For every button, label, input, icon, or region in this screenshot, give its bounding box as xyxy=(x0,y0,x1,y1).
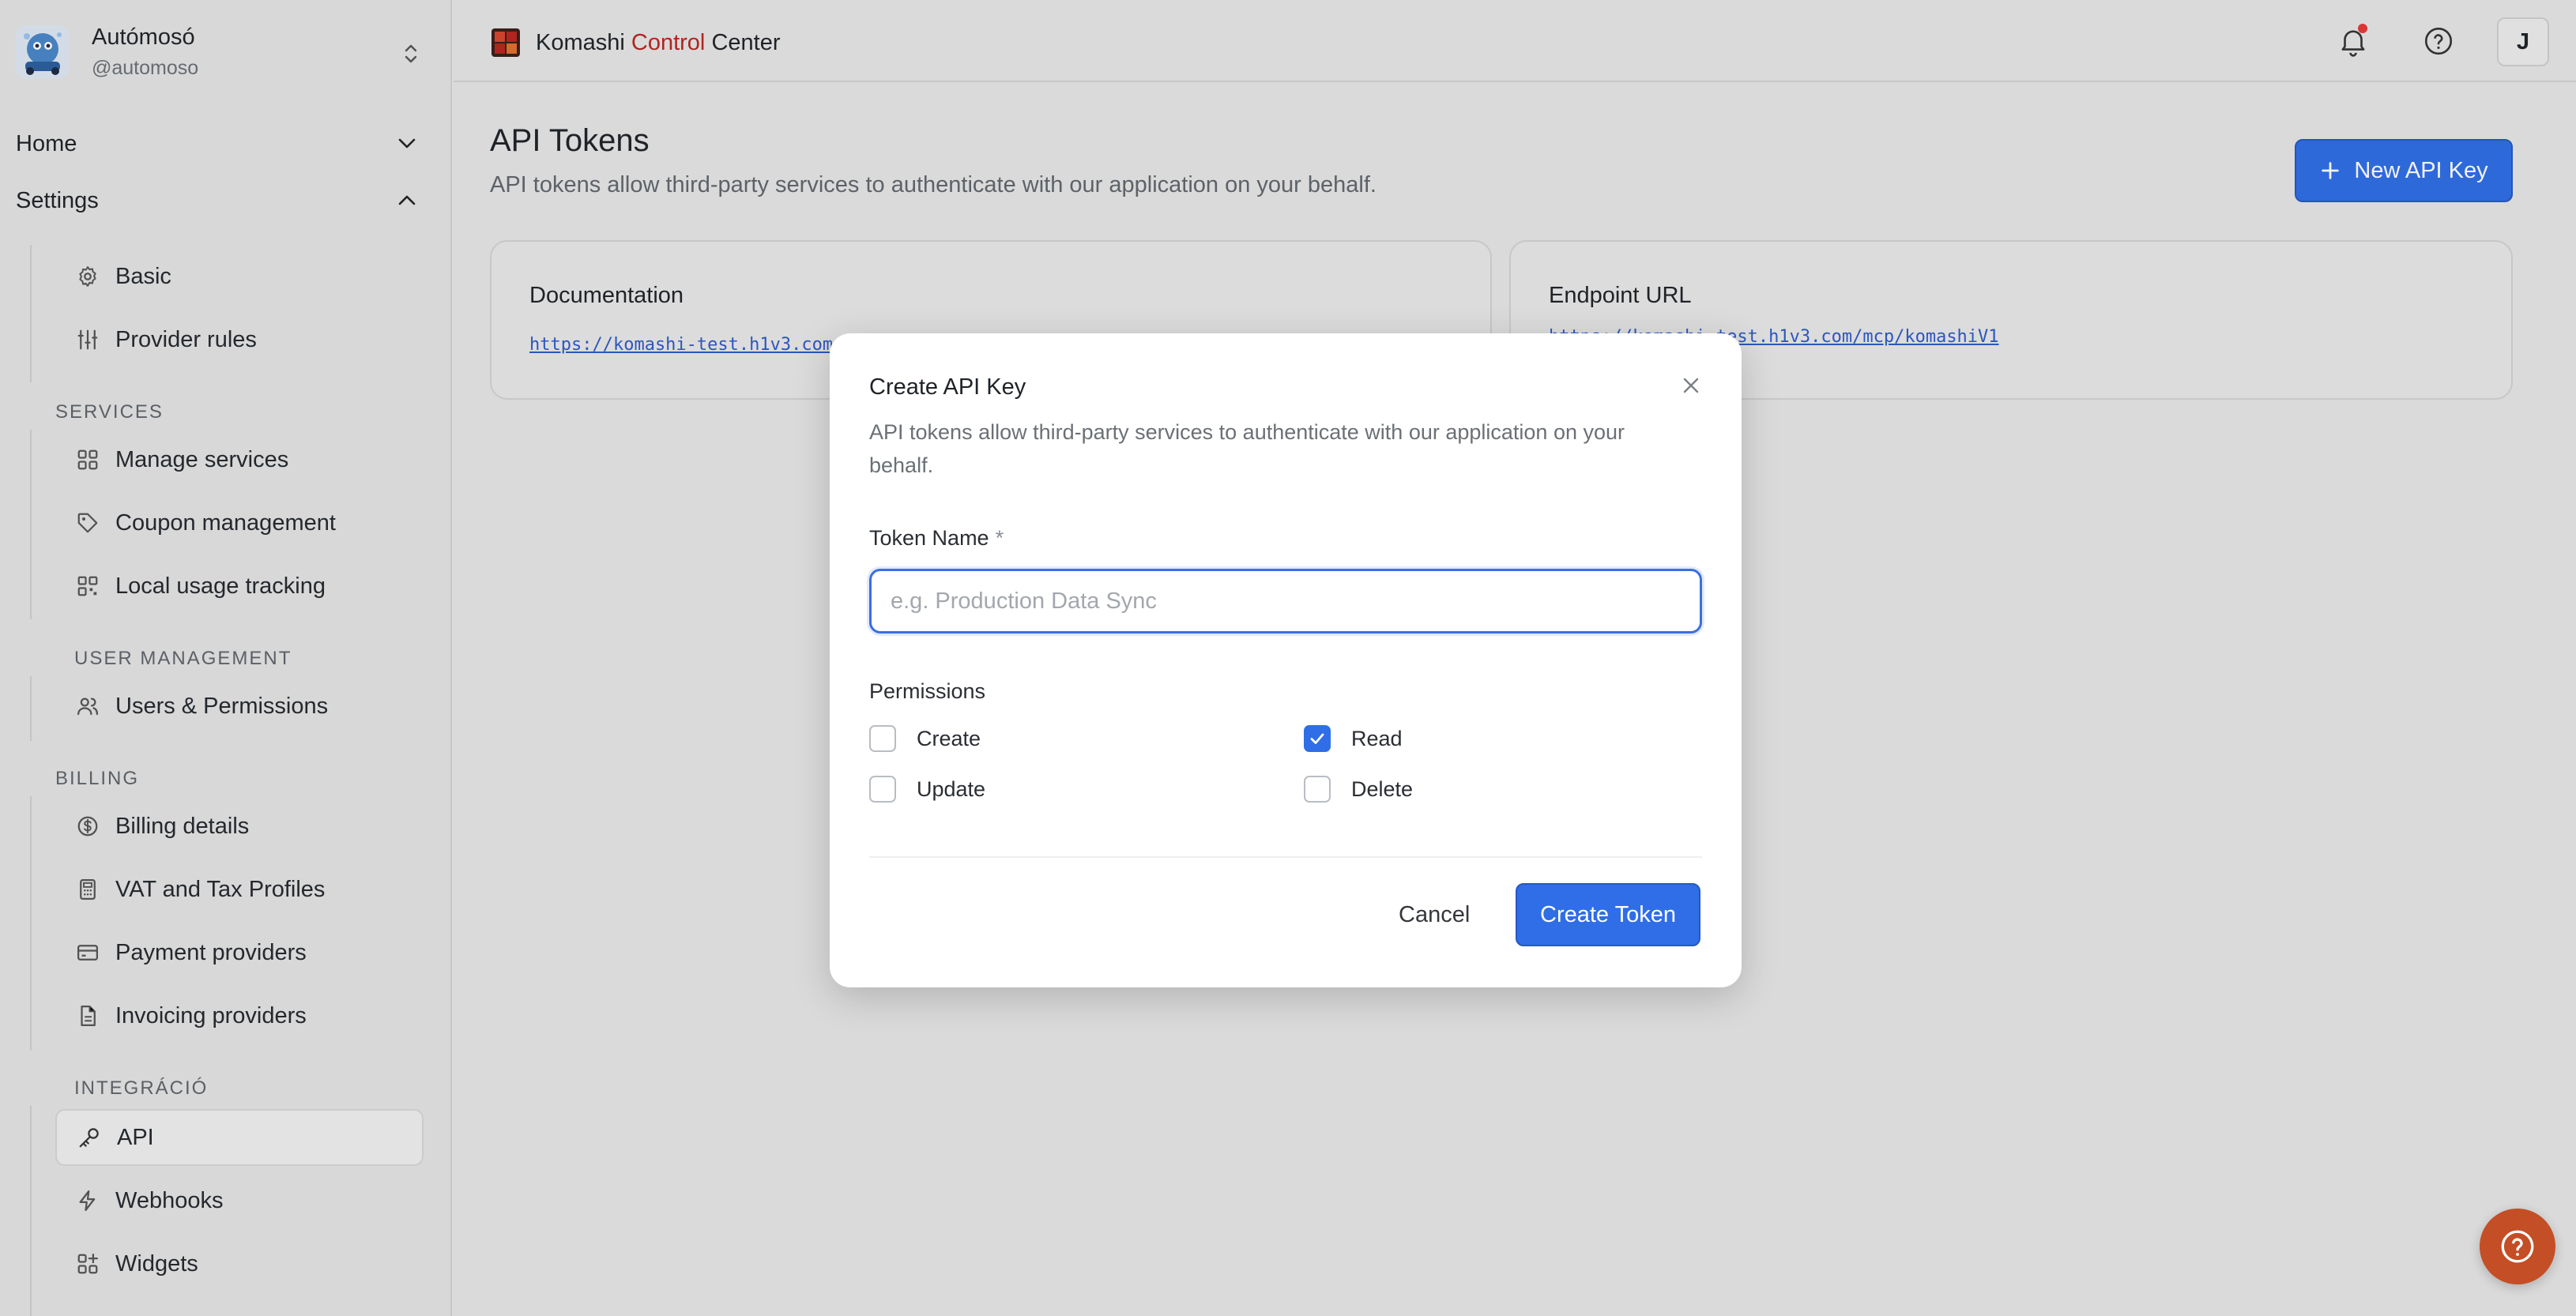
permission-delete[interactable]: Delete xyxy=(1304,776,1413,803)
create-token-button[interactable]: Create Token xyxy=(1516,883,1700,946)
permission-update[interactable]: Update xyxy=(869,776,985,803)
token-name-label: Token Name * xyxy=(869,526,1004,551)
create-api-key-dialog: Create API Key API tokens allow third-pa… xyxy=(830,333,1742,987)
permission-label: Create xyxy=(917,726,981,750)
checkmark-icon xyxy=(1310,733,1324,744)
token-name-label-text: Token Name xyxy=(869,526,989,550)
required-mark: * xyxy=(995,526,1004,550)
permissions-label: Permissions xyxy=(869,679,986,703)
token-name-input[interactable] xyxy=(869,569,1702,634)
cancel-button[interactable]: Cancel xyxy=(1380,883,1489,946)
create-checkbox[interactable] xyxy=(869,725,896,752)
dialog-description: API tokens allow third-party services to… xyxy=(869,420,1625,477)
permission-create[interactable]: Create xyxy=(869,725,981,752)
dialog-divider xyxy=(869,856,1702,858)
delete-checkbox[interactable] xyxy=(1304,776,1331,803)
question-circle-icon xyxy=(2501,1230,2534,1263)
permission-label: Delete xyxy=(1351,776,1414,801)
update-checkbox[interactable] xyxy=(869,776,896,803)
permission-read[interactable]: Read xyxy=(1304,725,1403,752)
dialog-title: Create API Key xyxy=(869,374,1026,400)
permission-label: Read xyxy=(1351,726,1403,750)
permission-label: Update xyxy=(917,776,986,801)
close-icon[interactable] xyxy=(1677,371,1705,400)
help-chat-button[interactable] xyxy=(2480,1209,2555,1284)
read-checkbox[interactable] xyxy=(1304,725,1331,752)
